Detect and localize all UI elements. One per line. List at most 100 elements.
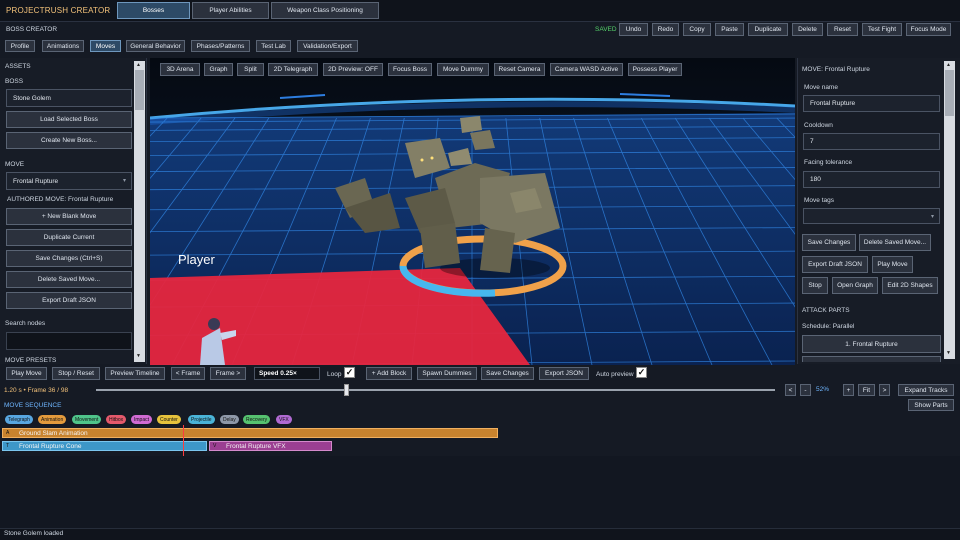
fit-button[interactable]: Fit: [858, 384, 875, 396]
redo-button[interactable]: Redo: [652, 23, 679, 36]
attack-part-item[interactable]: 1. Frontal Rupture: [802, 335, 941, 353]
inspector-delete-saved-move-button[interactable]: Delete Saved Move...: [859, 234, 931, 251]
auto-preview-checkbox[interactable]: ✓: [636, 367, 647, 378]
possess-player-button[interactable]: Possess Player: [628, 63, 682, 76]
edit-2d-shapes-button[interactable]: Edit 2D Shapes: [882, 277, 938, 294]
player-label: Player: [178, 252, 216, 267]
move-select[interactable]: Frontal Rupture ▾: [6, 172, 132, 190]
search-nodes-label: Search nodes: [5, 320, 46, 327]
delete-saved-move-button[interactable]: Delete Saved Move...: [6, 271, 132, 288]
load-selected-boss-button[interactable]: Load Selected Boss: [6, 111, 132, 128]
next-frame-button[interactable]: Frame >: [210, 367, 246, 380]
chevron-down-icon: ▾: [930, 214, 934, 220]
right-scrollbar-thumb[interactable]: [945, 70, 954, 116]
loop-label: Loop: [327, 371, 342, 378]
tab-validation-export[interactable]: Validation/Export: [297, 40, 358, 52]
new-blank-move-button[interactable]: + New Blank Move: [6, 208, 132, 225]
create-new-boss-button[interactable]: Create New Boss...: [6, 132, 132, 149]
tab-weapon-class-positioning[interactable]: Weapon Class Positioning: [271, 2, 379, 19]
status-bar: [0, 528, 960, 540]
tab-animations[interactable]: Animations: [42, 40, 84, 52]
track-block-vfx[interactable]: V Frontal Rupture VFX: [209, 441, 332, 451]
legend-chip-telegraph[interactable]: Telegraph: [5, 415, 33, 424]
legend-chip-hitbox[interactable]: Hitbox: [106, 415, 127, 424]
scroll-up-icon[interactable]: ▲: [946, 62, 951, 68]
timeline-scrubber-track[interactable]: [96, 389, 775, 391]
timeline-play-move-button[interactable]: Play Move: [6, 367, 47, 380]
play-move-button[interactable]: Play Move: [872, 256, 913, 273]
legend-chip-counter[interactable]: Counter: [157, 415, 181, 424]
camera-wasd-button[interactable]: Camera WASD Active: [550, 63, 623, 76]
2d-preview-toggle[interactable]: 2D Preview: OFF: [323, 63, 383, 76]
prev-frame-button[interactable]: < Frame: [171, 367, 205, 380]
scroll-left-button[interactable]: <: [785, 384, 796, 396]
split-button[interactable]: Split: [237, 63, 264, 76]
3d-arena-button[interactable]: 3D Arena: [160, 63, 200, 76]
save-changes-button[interactable]: Save Changes (Ctrl+S): [6, 250, 132, 267]
left-scrollbar-thumb[interactable]: [135, 70, 144, 110]
legend-chip-animation[interactable]: Animation: [38, 415, 67, 424]
legend-chip-recovery[interactable]: Recovery: [243, 415, 271, 424]
undo-button[interactable]: Undo: [619, 23, 648, 36]
scroll-down-icon[interactable]: ▼: [946, 350, 951, 356]
add-block-button[interactable]: + Add Block: [366, 367, 412, 380]
facing-tolerance-input[interactable]: 180: [803, 171, 940, 188]
focus-boss-button[interactable]: Focus Boss: [388, 63, 432, 76]
move-name-input[interactable]: Frontal Rupture: [803, 95, 940, 112]
status-text: Stone Golem loaded: [4, 530, 64, 537]
expand-tracks-button[interactable]: Expand Tracks: [898, 384, 954, 396]
tab-general-behavior[interactable]: General Behavior: [126, 40, 185, 52]
scroll-right-button[interactable]: >: [879, 384, 890, 396]
loop-checkbox[interactable]: ✓: [344, 367, 355, 378]
zoom-out-button[interactable]: -: [800, 384, 811, 396]
delete-button[interactable]: Delete: [792, 23, 823, 36]
playhead[interactable]: [183, 425, 184, 457]
focus-mode-button[interactable]: Focus Mode: [906, 23, 951, 36]
open-graph-button[interactable]: Open Graph: [832, 277, 878, 294]
search-nodes-input[interactable]: [6, 332, 132, 350]
tab-profile[interactable]: Profile: [5, 40, 35, 52]
copy-button[interactable]: Copy: [683, 23, 711, 36]
duplicate-button[interactable]: Duplicate: [748, 23, 788, 36]
scroll-up-icon[interactable]: ▲: [136, 62, 141, 68]
export-draft-json-button[interactable]: Export Draft JSON: [6, 292, 132, 309]
reset-camera-button[interactable]: Reset Camera: [494, 63, 545, 76]
legend-chip-delay[interactable]: Delay: [220, 415, 239, 424]
inspector-export-draft-json-button[interactable]: Export Draft JSON: [802, 256, 868, 273]
tab-moves[interactable]: Moves: [90, 40, 121, 52]
legend-chip-movement[interactable]: Movement: [72, 415, 102, 424]
boss-select[interactable]: Stone Golem: [6, 89, 132, 107]
track-block-telegraph[interactable]: T Frontal Rupture Cone: [2, 441, 207, 451]
legend-chip-impact[interactable]: Impact: [131, 415, 153, 424]
move-dummy-button[interactable]: Move Dummy: [437, 63, 489, 76]
tab-test-lab[interactable]: Test Lab: [256, 40, 291, 52]
inspector-save-changes-button[interactable]: Save Changes: [802, 234, 856, 251]
tab-player-abilities[interactable]: Player Abilities: [192, 2, 269, 19]
arena-viewport[interactable]: Player: [150, 58, 795, 365]
preview-timeline-button[interactable]: Preview Timeline: [105, 367, 165, 380]
legend-chip-vfx[interactable]: VFX: [276, 415, 292, 424]
spawn-dummies-button[interactable]: Spawn Dummies: [417, 367, 477, 380]
track-block-animation[interactable]: A Ground Slam Animation: [2, 428, 498, 438]
move-tags-select[interactable]: ▾: [803, 208, 940, 224]
reset-button[interactable]: Reset: [827, 23, 858, 36]
legend-chip-projectile[interactable]: Projectile: [188, 415, 215, 424]
stop-button[interactable]: Stop: [802, 277, 828, 294]
tab-bosses[interactable]: Bosses: [117, 2, 190, 19]
cooldown-input[interactable]: 7: [803, 133, 940, 150]
tab-phases-patterns[interactable]: Phases/Patterns: [191, 40, 250, 52]
show-parts-button[interactable]: Show Parts: [908, 399, 954, 411]
timeline-export-json-button[interactable]: Export JSON: [539, 367, 589, 380]
paste-button[interactable]: Paste: [715, 23, 744, 36]
graph-button[interactable]: Graph: [204, 63, 233, 76]
timeline-save-changes-button[interactable]: Save Changes: [481, 367, 534, 380]
test-fight-button[interactable]: Test Fight: [862, 23, 902, 36]
2d-telegraph-button[interactable]: 2D Telegraph: [268, 63, 318, 76]
zoom-in-button[interactable]: +: [843, 384, 854, 396]
speed-input[interactable]: Speed 0.25×: [254, 367, 320, 380]
timeline-scrubber-handle[interactable]: [344, 384, 350, 396]
attack-part-item-partial[interactable]: [802, 356, 941, 362]
scroll-down-icon[interactable]: ▼: [136, 353, 141, 359]
stop-reset-button[interactable]: Stop / Reset: [52, 367, 100, 380]
duplicate-current-button[interactable]: Duplicate Current: [6, 229, 132, 246]
